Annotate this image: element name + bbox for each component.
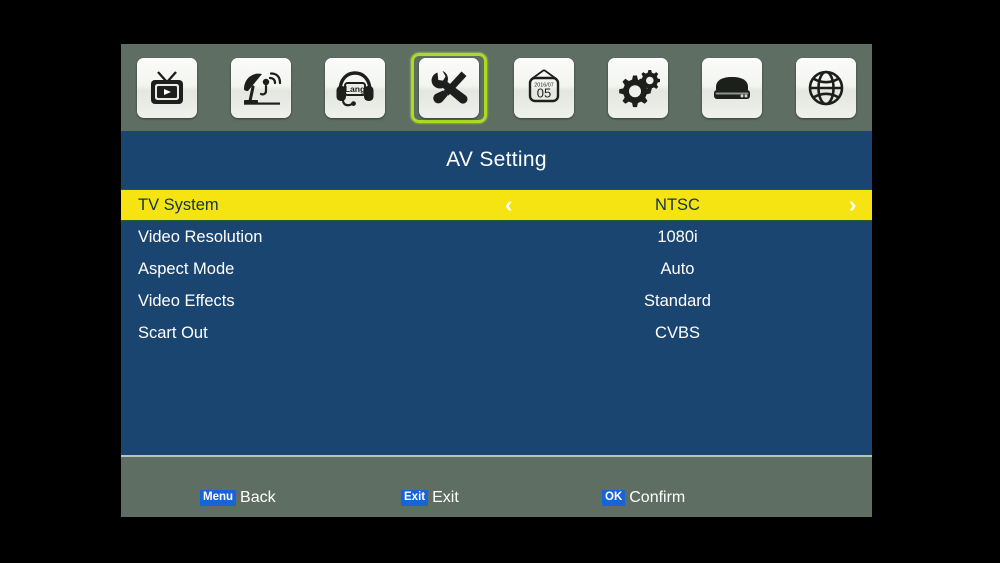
- lang-icon-text: Lang: [345, 84, 366, 94]
- key-badge-exit: Exit: [401, 489, 429, 507]
- menu-item-language[interactable]: Lang: [317, 53, 393, 123]
- menu-item-installation[interactable]: [223, 53, 299, 123]
- hint-label-back: Back: [240, 489, 276, 506]
- key-badge-ok: OK: [602, 489, 626, 507]
- key-badge-menu: Menu: [200, 489, 237, 507]
- calendar-icon: 2016/07 05: [513, 57, 574, 118]
- gears-icon: [607, 57, 668, 118]
- menu-item-system[interactable]: [600, 53, 676, 123]
- menu-item-timer[interactable]: 2016/07 05: [506, 53, 582, 123]
- footer-hint-bar: Menu Back Exit Exit OK Confirm: [121, 455, 872, 517]
- menu-item-program[interactable]: [129, 53, 205, 123]
- row-label: TV System: [138, 195, 219, 214]
- globe-icon: [795, 57, 856, 118]
- menu-item-network[interactable]: [788, 53, 864, 123]
- hint-label-exit: Exit: [432, 489, 459, 506]
- hdd-icon: [701, 57, 762, 118]
- row-label: Video Resolution: [138, 227, 263, 246]
- chevron-right-icon[interactable]: ›: [849, 194, 856, 216]
- row-value: Auto: [660, 259, 695, 278]
- hint-label-confirm: Confirm: [629, 489, 686, 506]
- osd-window: Lang 2016/07 05 AV Setting TV System ‹ N…: [121, 44, 872, 517]
- row-value: CVBS: [655, 323, 700, 342]
- tv-program-icon: [137, 57, 197, 118]
- row-value: NTSC: [655, 195, 700, 214]
- row-label: Aspect Mode: [138, 259, 235, 278]
- settings-row-scart-out[interactable]: Scart Out CVBS: [121, 317, 872, 349]
- menu-item-av-setting[interactable]: [411, 52, 488, 123]
- hint-back[interactable]: Menu Back: [200, 489, 276, 507]
- hint-confirm[interactable]: OK Confirm: [602, 489, 685, 507]
- page-title-bar: AV Setting: [121, 131, 872, 189]
- main-menu-icon-bar: Lang 2016/07 05: [121, 44, 872, 131]
- settings-list: TV System ‹ NTSC › Video Resolution 1080…: [121, 189, 872, 455]
- tv-screen: Lang 2016/07 05 AV Setting TV System ‹ N…: [0, 0, 1000, 563]
- tools-icon: [419, 57, 480, 118]
- calendar-day-text: 05: [536, 85, 550, 100]
- settings-row-video-effects[interactable]: Video Effects Standard: [121, 285, 872, 317]
- row-label: Scart Out: [138, 323, 208, 342]
- page-title: AV Setting: [446, 148, 547, 171]
- settings-row-aspect-mode[interactable]: Aspect Mode Auto: [121, 253, 872, 285]
- row-value: 1080i: [657, 227, 698, 246]
- settings-row-video-resolution[interactable]: Video Resolution 1080i: [121, 221, 872, 253]
- settings-row-tv-system[interactable]: TV System ‹ NTSC ›: [121, 189, 872, 221]
- menu-item-usb[interactable]: [694, 53, 770, 123]
- headphones-lang-icon: Lang: [325, 57, 386, 118]
- hint-exit[interactable]: Exit Exit: [401, 489, 459, 507]
- row-label: Video Effects: [138, 291, 235, 310]
- satellite-icon: [231, 57, 292, 118]
- row-value: Standard: [644, 291, 711, 310]
